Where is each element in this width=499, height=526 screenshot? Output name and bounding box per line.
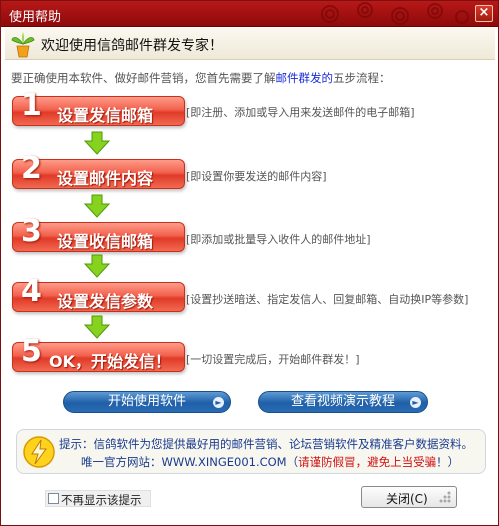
start-software-button[interactable]: 开始使用软件 ► — [63, 391, 231, 413]
window-close-button[interactable]: × — [475, 5, 493, 22]
welcome-header: 欢迎使用信鸽邮件群发专家！ — [5, 28, 495, 60]
arrow-right-icon: ► — [410, 397, 421, 408]
window-title: 使用帮助 — [9, 10, 62, 25]
step-number: 5 — [21, 334, 42, 369]
tip-line-2: 唯一官方网站：WWW.XINGE001.COM（请谨防假冒，避免上当受骗！） — [81, 454, 459, 470]
step-2-button[interactable]: 2 设置邮件内容 — [12, 151, 185, 189]
step-3-button[interactable]: 3 设置收信邮箱 — [12, 214, 185, 252]
step-label: OK，开始发信！ — [49, 352, 172, 371]
resize-grip-icon — [439, 491, 451, 503]
step-3-note: [即添加或批量导入收件人的邮件地址] — [186, 233, 371, 246]
dont-show-again-checkbox[interactable]: 不再显示该提示 — [45, 490, 151, 507]
tip-line-2-end: ！） — [436, 455, 460, 469]
step-label: 设置邮件内容 — [57, 169, 154, 188]
tip-website: 唯一官方网站：WWW.XINGE001.COM（ — [81, 455, 299, 469]
step-label: 设置发信邮箱 — [57, 106, 154, 125]
welcome-text: 欢迎使用信鸽邮件群发专家！ — [41, 38, 223, 54]
start-software-label: 开始使用软件 — [107, 394, 186, 409]
step-1-button[interactable]: 1 设置发信邮箱 — [12, 88, 185, 126]
step-5-button[interactable]: 5 OK，开始发信！ — [12, 334, 185, 372]
close-button-label: 关闭(C) — [386, 492, 428, 506]
tip-warning: 请谨防假冒，避免上当受骗 — [298, 455, 437, 469]
checkbox-box[interactable] — [48, 493, 59, 504]
arrow-right-icon: ► — [213, 397, 224, 408]
tip-line-1: 提示：信鸽软件为您提供最好用的邮件营销、论坛营销软件及精准客户数据资料。 — [59, 437, 473, 451]
step-number: 4 — [21, 274, 42, 309]
dont-show-again-label: 不再显示该提示 — [61, 493, 142, 507]
help-dialog: 使用帮助 × 欢迎使用信鸽邮件群发专家！ 要正确使用本软件、做好邮件营销，您首先… — [0, 0, 499, 526]
step-5-note: [一切设置完成后，开始邮件群发！] — [186, 353, 360, 366]
intro-text: 要正确使用本软件、做好邮件营销，您首先需要了解邮件群发的五步流程： — [11, 70, 391, 86]
decorative-swirl-pattern — [321, 2, 469, 25]
plant-sprout-icon — [11, 32, 35, 58]
lightning-bolt-icon — [23, 436, 55, 468]
step-number: 2 — [21, 151, 42, 186]
intro-text-before: 要正确使用本软件、做好邮件营销，您首先需要了解 — [11, 71, 276, 85]
step-4-note: [设置抄送暗送、指定发信人、回复邮箱、自动换IP等参数] — [186, 293, 469, 306]
step-label: 设置发信参数 — [57, 292, 154, 311]
title-bar[interactable]: 使用帮助 × — [1, 1, 498, 27]
step-label: 设置收信邮箱 — [57, 232, 154, 251]
down-arrow-icon — [83, 254, 111, 278]
close-button[interactable]: 关闭(C) — [361, 486, 457, 508]
tip-box: 提示：信鸽软件为您提供最好用的邮件营销、论坛营销软件及精准客户数据资料。 唯一官… — [16, 429, 486, 474]
down-arrow-icon — [83, 194, 111, 218]
step-number: 3 — [21, 214, 42, 249]
five-steps-link[interactable]: 邮件群发的 — [276, 71, 334, 85]
video-tutorial-button[interactable]: 查看视频演示教程 ► — [258, 391, 428, 413]
down-arrow-icon — [83, 315, 111, 339]
step-1-note: [即注册、添加或导入用来发送邮件的电子邮箱] — [186, 106, 415, 119]
step-number: 1 — [21, 88, 42, 123]
intro-text-after: 五步流程： — [333, 71, 391, 85]
step-4-button[interactable]: 4 设置发信参数 — [12, 274, 185, 312]
video-tutorial-label: 查看视频演示教程 — [290, 394, 395, 409]
step-2-note: [即设置你要发送的邮件内容] — [186, 170, 327, 183]
down-arrow-icon — [83, 131, 111, 155]
